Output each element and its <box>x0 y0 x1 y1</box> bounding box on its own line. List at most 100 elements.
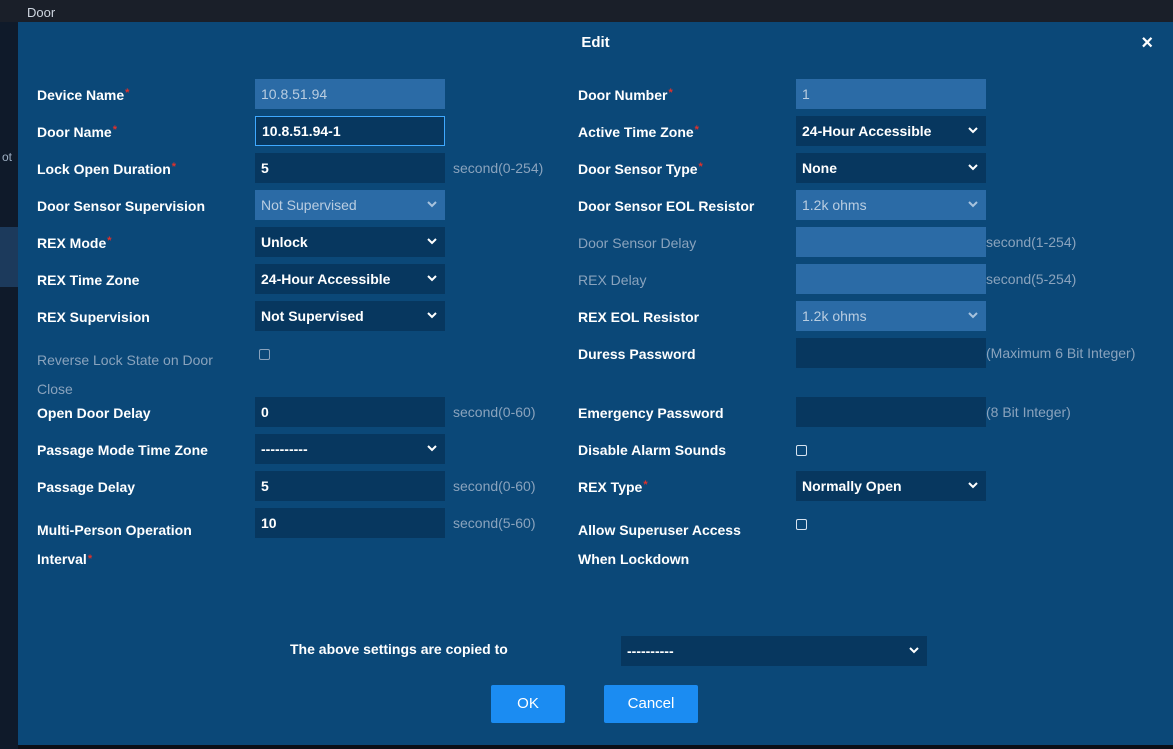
chevron-down-icon <box>968 116 978 134</box>
door-sensor-eol-select: 1.2k ohms <box>796 190 986 220</box>
disable-alarm-sounds-label: Disable Alarm Sounds <box>578 442 726 458</box>
rex-supervision-select[interactable]: Not Supervised <box>255 301 445 331</box>
open-door-delay-hint: second(0-60) <box>453 404 536 420</box>
reverse-lock-state-label: Reverse Lock State on Door Close <box>37 346 213 404</box>
field-value: 10.8.51.94 <box>261 86 328 102</box>
label-text: Lock Open Duration <box>37 161 171 177</box>
label-text: Duress Password <box>578 346 696 362</box>
label-line-1: Reverse Lock State on Door <box>37 352 213 368</box>
active-time-zone-label: Active Time Zone* <box>578 124 699 140</box>
passage-delay-label: Passage Delay <box>37 479 135 495</box>
field-value: 1.2k ohms <box>802 308 867 324</box>
emergency-password-input[interactable] <box>796 397 986 427</box>
open-door-delay-label: Open Door Delay <box>37 405 151 421</box>
door-sensor-supervision-label: Door Sensor Supervision <box>37 198 205 214</box>
passage-mode-time-zone-select[interactable]: ---------- <box>255 434 445 464</box>
field-value: 10 <box>261 515 277 531</box>
open-door-delay-input[interactable]: 0 <box>255 397 445 427</box>
label-text: Door Name <box>37 124 112 140</box>
chevron-down-icon <box>968 190 978 208</box>
required-asterisk: * <box>87 553 93 565</box>
field-value: None <box>802 160 837 176</box>
dialog-header: Edit × <box>18 22 1173 66</box>
allow-superuser-checkbox[interactable] <box>796 519 807 530</box>
chevron-down-icon <box>968 471 978 489</box>
lock-open-duration-label: Lock Open Duration* <box>37 161 176 177</box>
rex-delay-hint: second(5-254) <box>986 271 1077 287</box>
required-asterisk: * <box>694 124 699 136</box>
active-time-zone-select[interactable]: 24-Hour Accessible <box>796 116 986 146</box>
door-name-label: Door Name* <box>37 124 117 140</box>
label-text: REX Mode <box>37 235 107 251</box>
chevron-down-icon <box>909 636 919 654</box>
label-text: Active Time Zone <box>578 124 694 140</box>
rex-time-zone-label: REX Time Zone <box>37 272 139 288</box>
field-value: 24-Hour Accessible <box>261 271 391 287</box>
app-window-title: Door <box>27 5 56 20</box>
door-number-label: Door Number* <box>578 87 673 103</box>
label-text: REX Delay <box>578 272 647 288</box>
chevron-down-icon <box>968 301 978 319</box>
rex-type-label: REX Type* <box>578 479 648 495</box>
label-line-2: Interval <box>37 551 87 567</box>
chevron-down-icon <box>427 301 437 319</box>
label-line-1: Multi-Person Operation <box>37 522 192 538</box>
label-text: REX Type <box>578 479 643 495</box>
duress-password-input[interactable] <box>796 338 986 368</box>
chevron-down-icon <box>427 434 437 452</box>
required-asterisk: * <box>668 87 673 99</box>
required-asterisk: * <box>107 235 112 247</box>
rex-type-select[interactable]: Normally Open <box>796 471 986 501</box>
label-text: Door Number <box>578 87 668 103</box>
label-text: Passage Mode Time Zone <box>37 442 208 458</box>
label-text: Door Sensor EOL Resistor <box>578 198 755 214</box>
cancel-button[interactable]: Cancel <box>604 685 698 723</box>
rex-mode-select[interactable]: Unlock <box>255 227 445 257</box>
duress-password-hint: (Maximum 6 Bit Integer) <box>986 345 1136 361</box>
multi-person-interval-input[interactable]: 10 <box>255 508 445 538</box>
dialog-title: Edit <box>581 34 610 51</box>
lock-open-duration-input[interactable]: 5 <box>255 153 445 183</box>
device-name-input: 10.8.51.94 <box>255 79 445 109</box>
label-text: REX Time Zone <box>37 272 140 288</box>
emergency-password-label: Emergency Password <box>578 405 724 421</box>
copy-to-value: ---------- <box>627 643 674 659</box>
required-asterisk: * <box>698 161 703 173</box>
chevron-down-icon <box>427 264 437 282</box>
required-asterisk: * <box>125 87 130 99</box>
multi-person-interval-hint: second(5-60) <box>453 515 536 531</box>
door-sensor-delay-input <box>796 227 986 257</box>
door-name-input[interactable]: 10.8.51.94-1 <box>255 116 445 146</box>
copy-to-label: The above settings are copied to <box>290 641 508 657</box>
app-top-bar: Door <box>0 0 1173 22</box>
door-sensor-supervision-select: Not Supervised <box>255 190 445 220</box>
field-value: ---------- <box>261 441 308 457</box>
field-value: 1.2k ohms <box>802 197 867 213</box>
multi-person-interval-label: Multi-Person Operation Interval* <box>37 516 192 574</box>
field-value: 1 <box>802 86 810 102</box>
label-line-2: When Lockdown <box>578 551 690 567</box>
copy-to-select[interactable]: ---------- <box>621 636 927 666</box>
close-icon[interactable]: × <box>1141 32 1153 54</box>
disable-alarm-sounds-checkbox[interactable] <box>796 445 807 456</box>
rex-eol-label: REX EOL Resistor <box>578 309 699 325</box>
door-sensor-delay-hint: second(1-254) <box>986 234 1077 250</box>
label-line-2: Close <box>37 381 73 397</box>
reverse-lock-state-checkbox <box>259 349 270 360</box>
lock-open-duration-hint: second(0-254) <box>453 160 544 176</box>
ok-button[interactable]: OK <box>491 685 565 723</box>
rex-eol-select: 1.2k ohms <box>796 301 986 331</box>
chevron-down-icon <box>427 227 437 245</box>
edit-door-dialog: Edit × Device Name* 10.8.51.94 Door Name* 1… <box>18 22 1173 745</box>
label-text: Open Door Delay <box>37 405 151 421</box>
field-value: Normally Open <box>802 478 902 494</box>
allow-superuser-label: Allow Superuser Access When Lockdown <box>578 516 741 574</box>
rex-time-zone-select[interactable]: 24-Hour Accessible <box>255 264 445 294</box>
passage-delay-input[interactable]: 5 <box>255 471 445 501</box>
door-sensor-delay-label: Door Sensor Delay <box>578 235 696 251</box>
passage-delay-hint: second(0-60) <box>453 478 536 494</box>
field-value: Unlock <box>261 234 308 250</box>
device-name-label: Device Name* <box>37 87 129 103</box>
door-sensor-type-select[interactable]: None <box>796 153 986 183</box>
field-value: 24-Hour Accessible <box>802 123 932 139</box>
